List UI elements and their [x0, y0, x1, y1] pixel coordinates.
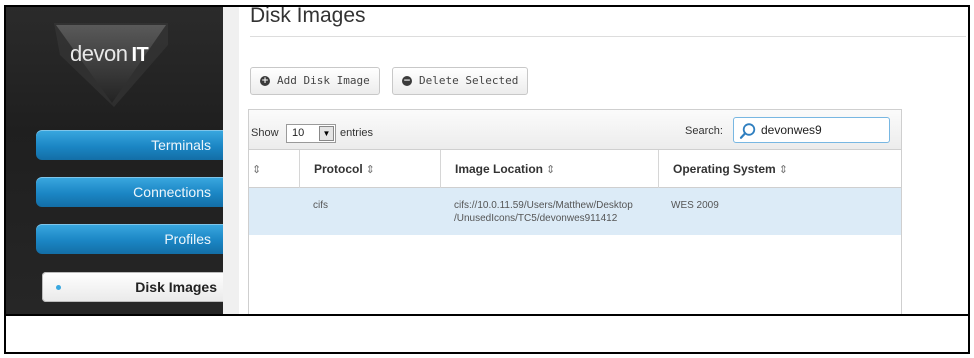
- devon-it-logo: devon IT: [46, 15, 176, 115]
- table-toolbar: Show 10 ▼ entries Search: devonwes9: [249, 110, 901, 150]
- cell-image-location: cifs://10.0.11.59/Users/Matthew/Desktop …: [454, 200, 633, 224]
- search-value: devonwes9: [761, 123, 822, 137]
- sort-icon: ⇕: [252, 164, 262, 176]
- show-label: Show: [251, 127, 279, 139]
- column-header-protocol[interactable]: Protocol ⇕: [299, 150, 439, 188]
- sidebar-item-terminals[interactable]: Terminals: [36, 130, 223, 160]
- table-row[interactable]: cifs cifs://10.0.11.59/Users/Matthew/Des…: [249, 188, 901, 235]
- minus-circle-icon: −: [402, 76, 412, 86]
- sidebar-item-label: Terminals: [151, 137, 211, 153]
- logo-text: devon IT: [70, 41, 149, 66]
- sidebar-item-label: Connections: [133, 184, 211, 200]
- column-header-image-location[interactable]: Image Location ⇕: [440, 150, 658, 188]
- column-header-operating-system[interactable]: Operating System ⇕: [658, 150, 901, 188]
- sidebar-item-disk-images[interactable]: Disk Images: [42, 272, 229, 302]
- dropdown-arrow-icon[interactable]: ▼: [319, 126, 334, 141]
- entries-label: entries: [340, 127, 374, 139]
- sidebar-item-label: Disk Images: [135, 279, 217, 295]
- entries-value: 10: [292, 127, 305, 139]
- table-header: ⇕ Protocol ⇕ Image Location ⇕ Operating Sy…: [249, 150, 901, 188]
- plus-circle-icon: +: [260, 76, 270, 86]
- sidebar: devon IT Terminals Connections Profiles D…: [6, 7, 229, 314]
- add-disk-image-button[interactable]: + Add Disk Image: [250, 67, 380, 95]
- active-indicator-icon: [56, 285, 61, 290]
- delete-selected-button[interactable]: − Delete Selected: [392, 67, 529, 95]
- cell-protocol: cifs: [313, 200, 328, 211]
- delete-selected-label: Delete Selected: [419, 74, 519, 87]
- sidebar-item-profiles[interactable]: Profiles: [36, 224, 223, 254]
- add-disk-image-label: Add Disk Image: [277, 74, 370, 87]
- page-divider: [6, 314, 968, 316]
- sort-icon: ⇕: [546, 164, 556, 176]
- entries-per-page-select[interactable]: 10 ▼: [286, 124, 336, 143]
- page-title: Disk Images: [250, 5, 366, 27]
- cell-operating-system: WES 2009: [671, 200, 719, 211]
- column-header-hidden[interactable]: ⇕: [235, 150, 299, 188]
- search-input[interactable]: devonwes9: [733, 117, 890, 143]
- search-label: Search:: [685, 125, 723, 137]
- app-window: devon IT Terminals Connections Profiles D…: [4, 5, 970, 354]
- sidebar-item-connections[interactable]: Connections: [36, 177, 223, 207]
- sidebar-item-label: Profiles: [164, 231, 211, 247]
- sort-icon: ⇕: [778, 164, 788, 176]
- title-divider: [250, 36, 966, 37]
- sort-icon: ⇕: [365, 164, 375, 176]
- search-icon: [739, 123, 756, 139]
- disk-images-table: Show 10 ▼ entries Search: devonwes9 ⇕ Pr…: [248, 109, 902, 315]
